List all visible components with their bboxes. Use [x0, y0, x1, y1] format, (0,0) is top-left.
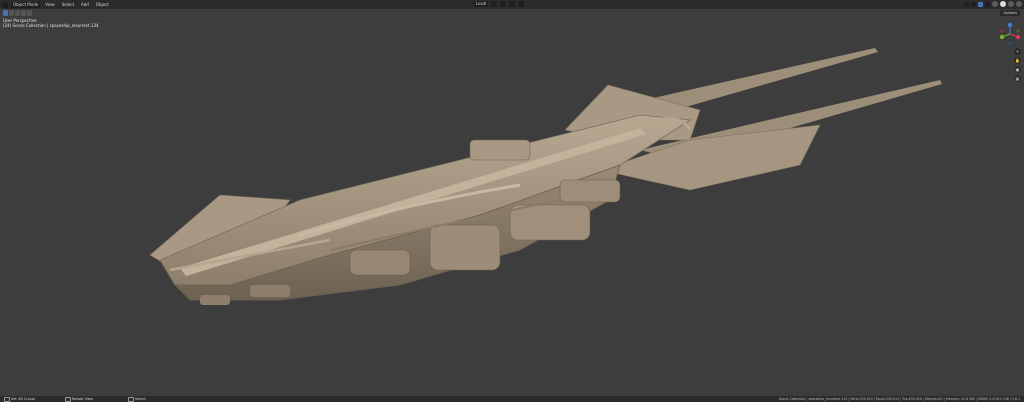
scene-statistics: Scene Collection | spaceship_resurrect.1… — [778, 397, 1020, 401]
status-bar: Set 3D Cursor Rotate View Select Scene C… — [0, 396, 1024, 402]
status-cursor-label: Set 3D Cursor — [11, 397, 36, 401]
engine-block-4 — [559, 179, 621, 203]
engine-block-2 — [509, 204, 591, 241]
lower-pod-1 — [250, 285, 290, 297]
status-rotate-label: Rotate View — [72, 397, 93, 401]
mouse-left-icon — [4, 396, 10, 402]
blender-window: Object Mode View Select Add Object Local — [0, 0, 1024, 402]
lower-pod-2 — [200, 295, 230, 305]
engine-block-1 — [429, 224, 501, 271]
status-item-rotate: Rotate View — [65, 396, 93, 402]
bridge-tower — [469, 139, 531, 161]
mouse-middle-icon — [65, 396, 71, 402]
engine-block-3 — [349, 249, 411, 276]
status-select-label: Select — [135, 397, 146, 401]
status-item-select: Select — [128, 396, 146, 402]
spaceship-model[interactable] — [0, 0, 1024, 402]
status-item-cursor: Set 3D Cursor — [4, 396, 36, 402]
mouse-right-icon — [128, 396, 134, 402]
